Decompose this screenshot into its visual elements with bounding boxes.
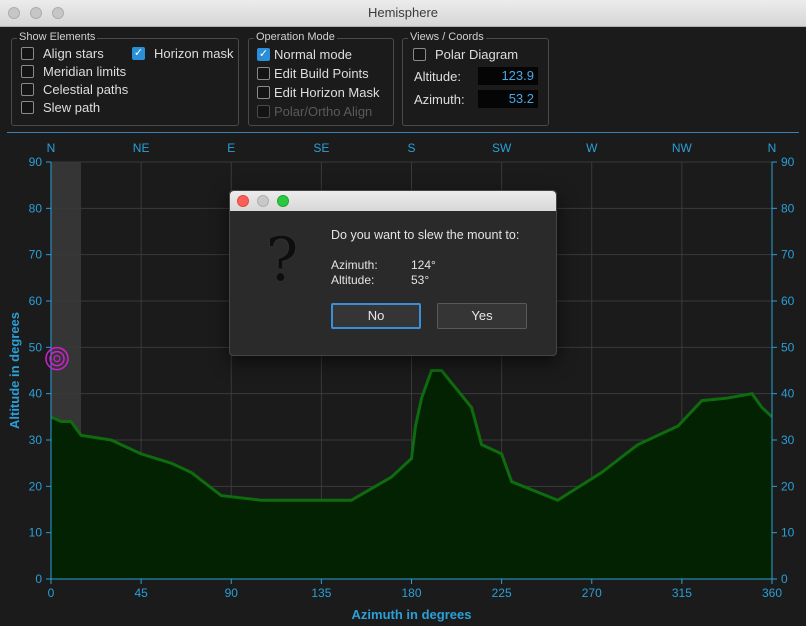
y-tick-label-right: 50 — [781, 340, 795, 354]
x-tick-label: 0 — [48, 586, 55, 600]
polar-ortho-align-checkbox: Polar/Ortho Align — [257, 104, 372, 119]
checkbox-label: Edit Horizon Mask — [274, 85, 380, 100]
y-tick-label-left: 80 — [29, 201, 43, 215]
y-tick-label-left: 30 — [29, 433, 43, 447]
x-tick-label: 90 — [225, 586, 239, 600]
checkmark-icon[interactable]: ✓ — [132, 47, 145, 60]
azimuth-label: Azimuth: — [414, 92, 465, 107]
compass-label: W — [586, 141, 598, 155]
y-tick-label-right: 30 — [781, 433, 795, 447]
checkbox-label: Meridian limits — [43, 64, 127, 79]
checkbox-box — [257, 105, 270, 118]
checkbox-box[interactable] — [21, 47, 34, 60]
checkbox-box[interactable] — [21, 83, 34, 96]
views-coords-legend: Views / Coords — [408, 31, 486, 43]
dialog-close-button[interactable] — [237, 195, 249, 207]
meridian-limits-checkbox[interactable]: Meridian limits — [21, 64, 126, 79]
x-tick-label: 180 — [401, 586, 421, 600]
slew-confirm-dialog: ? Do you want to slew the mount to: Azim… — [229, 190, 557, 356]
y-tick-label-left: 50 — [29, 340, 43, 354]
title-bar: Hemisphere — [0, 0, 806, 27]
altitude-value: 123.9 — [478, 67, 538, 85]
checkbox-label: Polar/Ortho Align — [274, 104, 373, 119]
checkbox-label: Horizon mask — [154, 46, 234, 61]
celestial-paths-checkbox[interactable]: Celestial paths — [21, 82, 128, 97]
x-tick-label: 135 — [311, 586, 331, 600]
compass-label: N — [47, 141, 56, 155]
azimuth-value: 53.2 — [478, 90, 538, 108]
hemisphere-window: Hemisphere Show Elements Align stars ✓ Ho… — [0, 0, 806, 626]
y-tick-label-right: 80 — [781, 201, 795, 215]
dialog-minimize-button — [257, 195, 269, 207]
y-tick-label-left: 10 — [29, 526, 43, 540]
question-icon: ? — [266, 225, 299, 295]
dialog-title-bar — [230, 191, 556, 211]
y-tick-label-left: 40 — [29, 387, 43, 401]
x-tick-label: 225 — [492, 586, 512, 600]
dialog-altitude-label: Altitude: — [331, 273, 375, 287]
compass-label: S — [407, 141, 415, 155]
dialog-azimuth-label: Azimuth: — [331, 258, 378, 272]
compass-label: SW — [492, 141, 512, 155]
checkmark-icon[interactable]: ✓ — [257, 48, 270, 61]
checkbox-label: Align stars — [43, 46, 104, 61]
checkbox-label: Polar Diagram — [435, 47, 519, 62]
polar-diagram-checkbox[interactable]: Polar Diagram — [413, 47, 518, 62]
dialog-azimuth-value: 124° — [411, 258, 436, 272]
checkbox-label: Slew path — [43, 100, 101, 115]
checkbox-box[interactable] — [257, 86, 270, 99]
toolbar-divider — [7, 132, 799, 133]
y-tick-label-left: 60 — [29, 294, 43, 308]
y-tick-label-right: 90 — [781, 155, 795, 169]
x-tick-label: 45 — [134, 586, 148, 600]
edit-build-points-checkbox[interactable]: Edit Build Points — [257, 66, 369, 81]
checkbox-box[interactable] — [21, 101, 34, 114]
x-tick-label: 360 — [762, 586, 782, 600]
x-tick-label: 315 — [672, 586, 692, 600]
compass-label: N — [768, 141, 777, 155]
y-axis-title: Altitude in degrees — [7, 312, 22, 429]
checkbox-label: Edit Build Points — [274, 66, 369, 81]
normal-mode-checkbox[interactable]: ✓ Normal mode — [257, 47, 352, 62]
y-tick-label-right: 10 — [781, 526, 795, 540]
checkbox-label: Normal mode — [274, 47, 353, 62]
no-button[interactable]: No — [331, 303, 421, 329]
operation-mode-legend: Operation Mode — [254, 31, 337, 43]
y-tick-label-left: 0 — [35, 572, 42, 586]
dialog-zoom-button[interactable] — [277, 195, 289, 207]
checkbox-box[interactable] — [21, 65, 34, 78]
x-tick-label: 270 — [582, 586, 602, 600]
align-stars-checkbox[interactable]: Align stars — [21, 46, 104, 61]
checkbox-label: Celestial paths — [43, 82, 129, 97]
dialog-question: Do you want to slew the mount to: — [331, 228, 520, 242]
y-tick-label-left: 20 — [29, 479, 43, 493]
compass-label: E — [227, 141, 235, 155]
y-tick-label-right: 20 — [781, 479, 795, 493]
checkbox-box[interactable] — [413, 48, 426, 61]
y-tick-label-right: 0 — [781, 572, 788, 586]
horizon-mask-checkbox[interactable]: ✓ Horizon mask — [132, 46, 233, 61]
y-tick-label-right: 60 — [781, 294, 795, 308]
edit-horizon-mask-checkbox[interactable]: Edit Horizon Mask — [257, 85, 379, 100]
dialog-altitude-value: 53° — [411, 273, 430, 287]
yes-button[interactable]: Yes — [437, 303, 527, 329]
checkbox-box[interactable] — [257, 67, 270, 80]
x-axis-title: Azimuth in degrees — [352, 607, 472, 622]
y-tick-label-left: 90 — [29, 155, 43, 169]
compass-label: SE — [313, 141, 329, 155]
compass-label: NE — [133, 141, 150, 155]
y-tick-label-left: 70 — [29, 248, 43, 262]
altitude-label: Altitude: — [414, 69, 461, 84]
compass-label: NW — [672, 141, 693, 155]
y-tick-label-right: 40 — [781, 387, 795, 401]
slew-path-checkbox[interactable]: Slew path — [21, 100, 100, 115]
y-tick-label-right: 70 — [781, 248, 795, 262]
show-elements-legend: Show Elements — [17, 31, 98, 43]
window-title: Hemisphere — [367, 5, 439, 20]
